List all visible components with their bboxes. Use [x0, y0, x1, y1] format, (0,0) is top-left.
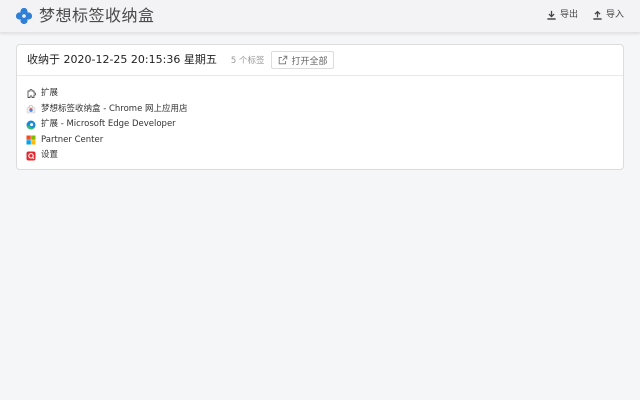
external-link-icon: [279, 55, 288, 65]
tab-group-card: 收纳于 2020-12-25 20:15:36 星期五 5 个标签 打开全部 扩…: [16, 44, 624, 170]
clover-icon: [15, 7, 33, 25]
tab-count: 5 个标签: [230, 56, 265, 66]
brand[interactable]: 梦想标签收纳盒: [15, 6, 155, 26]
tab-item[interactable]: 扩展 - Microsoft Edge Developer: [26, 117, 623, 133]
tab-title: 扩展: [41, 88, 59, 99]
chrome-extension-icon: [27, 88, 36, 98]
app-header: 梦想标签收纳盒 导出 导入: [0, 0, 640, 33]
tab-title: 梦想标签收纳盒 - Chrome 网上应用店: [41, 103, 188, 114]
tab-item[interactable]: 扩展: [26, 86, 623, 102]
settings-red-icon: [26, 151, 36, 161]
download-icon: [547, 10, 556, 20]
edge-icon: [26, 120, 36, 130]
export-button[interactable]: 导出: [546, 9, 578, 21]
header-actions: 导出 导入: [532, 9, 624, 21]
import-label: 导入: [605, 10, 624, 20]
app-title: 梦想标签收纳盒: [39, 6, 155, 25]
tab-group-title[interactable]: 收纳于 2020-12-25 20:15:36 星期五: [27, 53, 217, 67]
tab-item[interactable]: 设置: [26, 148, 623, 164]
upload-icon: [593, 10, 602, 20]
open-all-label: 打开全部: [291, 56, 328, 67]
microsoft-logo-icon: [26, 135, 36, 145]
chrome-web-store-icon: [26, 105, 36, 114]
tab-title: 扩展 - Microsoft Edge Developer: [41, 119, 176, 130]
tab-item[interactable]: 梦想标签收纳盒 - Chrome 网上应用店: [26, 102, 623, 118]
open-all-button[interactable]: 打开全部: [271, 51, 335, 69]
tab-title: Partner Center: [41, 134, 104, 145]
export-label: 导出: [559, 10, 578, 20]
tab-list: 扩展 梦想标签收纳盒 - Chrome 网上应用店 扩展 - Microsoft…: [17, 76, 623, 164]
tab-group-header: 收纳于 2020-12-25 20:15:36 星期五 5 个标签 打开全部: [17, 45, 623, 76]
tab-item[interactable]: Partner Center: [26, 133, 623, 149]
tab-title: 设置: [41, 150, 59, 161]
import-button[interactable]: 导入: [592, 9, 624, 21]
